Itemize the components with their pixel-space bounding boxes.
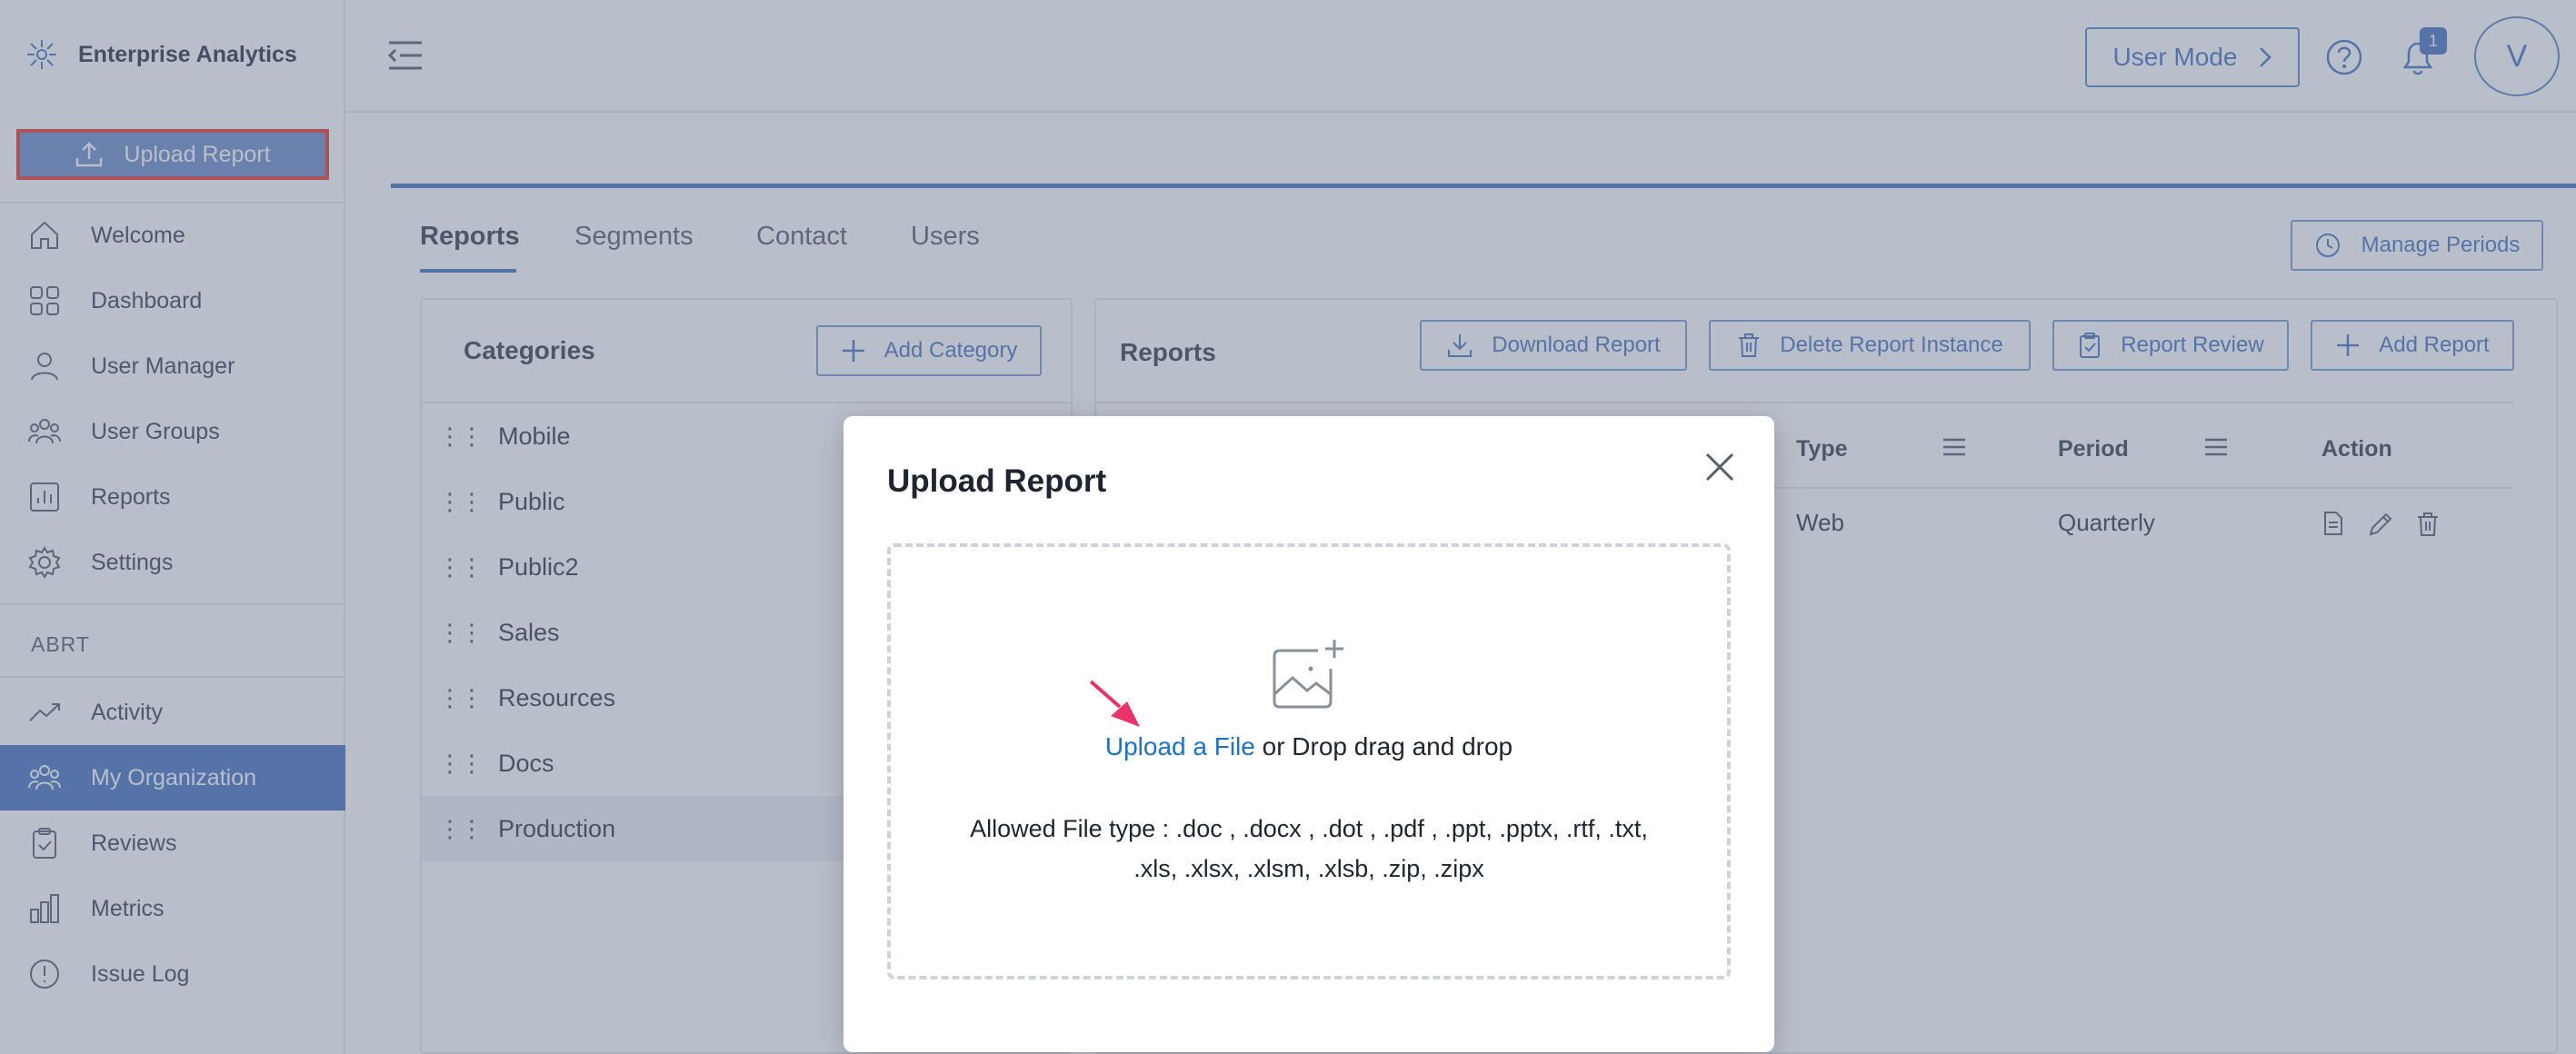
allowed-types-line2: .xls, .xlsx, .xlsm, .xlsb, .zip, .zipx [1133, 855, 1484, 882]
allowed-types-line1: Allowed File type : .doc , .docx , .dot … [970, 815, 1648, 842]
image-add-icon [1271, 638, 1347, 715]
upload-instructions: Upload a File or Drop drag and drop [891, 732, 1727, 761]
allowed-file-types: Allowed File type : .doc , .docx , .dot … [927, 809, 1691, 889]
upload-report-modal: Upload Report Upload a File or Drop drag… [844, 416, 1774, 1052]
upload-file-link[interactable]: Upload a File [1105, 732, 1255, 761]
pointer-arrow-icon [1087, 676, 1145, 735]
modal-title: Upload Report [887, 463, 1107, 499]
file-dropzone[interactable]: Upload a File or Drop drag and drop Allo… [887, 543, 1731, 979]
drop-text: or Drop drag and drop [1254, 732, 1513, 761]
close-icon[interactable] [1703, 451, 1736, 488]
